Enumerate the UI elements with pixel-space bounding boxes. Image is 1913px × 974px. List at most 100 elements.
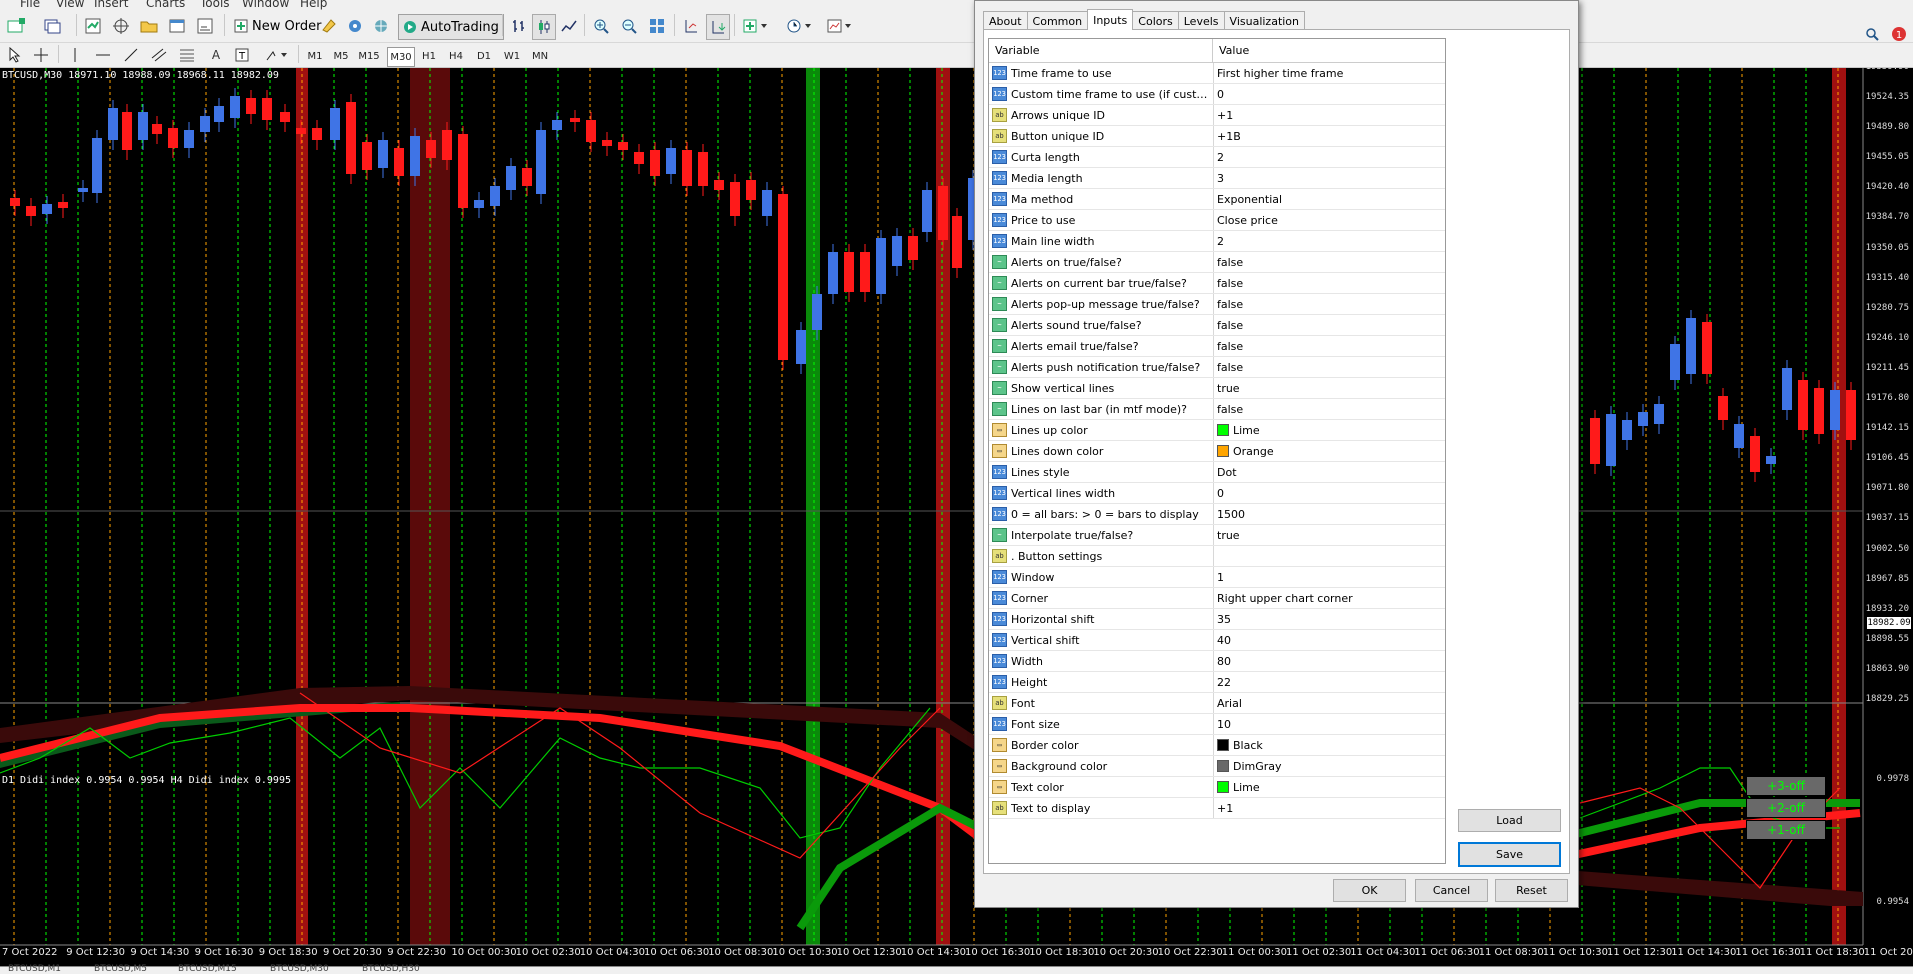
input-value-cell[interactable]: false [1214, 252, 1445, 272]
column-header-value[interactable]: Value [1213, 39, 1249, 62]
menu-tools[interactable]: Tools [200, 0, 230, 10]
timeframe-mn[interactable]: MN [529, 47, 551, 65]
strategy-tester-icon[interactable] [194, 14, 216, 38]
timeframe-m15[interactable]: M15 [356, 47, 382, 65]
indicator-toggle-button-3[interactable]: +3-off [1746, 776, 1826, 796]
input-row[interactable]: 123 Ma method Exponential [989, 189, 1445, 210]
input-value-cell[interactable]: Right upper chart corner [1214, 588, 1445, 608]
input-row[interactable]: ~ Alerts on true/false? false [989, 252, 1445, 273]
chart-shift-icon[interactable] [680, 14, 702, 38]
timeframe-h1[interactable]: H1 [418, 47, 440, 65]
text-icon[interactable]: A [206, 43, 226, 67]
arrows-dropdown-icon[interactable] [262, 43, 292, 67]
input-value-cell[interactable]: +1 [1214, 798, 1445, 818]
input-row[interactable]: ▭ Lines up color Lime [989, 420, 1445, 441]
input-row[interactable]: ab . Button settings [989, 546, 1445, 567]
input-value-cell[interactable]: Dot [1214, 462, 1445, 482]
cursor-icon[interactable] [4, 43, 26, 67]
input-value-cell[interactable]: Close price [1214, 210, 1445, 230]
input-value-cell[interactable]: First higher time frame [1214, 63, 1445, 83]
tab-inputs[interactable]: Inputs [1087, 9, 1134, 30]
input-row[interactable]: ▭ Lines down color Orange [989, 441, 1445, 462]
input-value-cell[interactable]: 80 [1214, 651, 1445, 671]
input-row[interactable]: ▭ Background color DimGray [989, 756, 1445, 777]
crosshair-navigator-icon[interactable] [110, 14, 132, 38]
input-value-cell[interactable]: false [1214, 315, 1445, 335]
input-value-cell[interactable]: 10 [1214, 714, 1445, 734]
menu-insert[interactable]: Insert [94, 0, 128, 10]
tab-levels[interactable]: Levels [1177, 11, 1225, 30]
search-icon[interactable] [1865, 27, 1879, 41]
input-value-cell[interactable]: false [1214, 357, 1445, 377]
input-row[interactable]: 123 Vertical shift 40 [989, 630, 1445, 651]
tab-visualization[interactable]: Visualization [1223, 11, 1306, 30]
input-row[interactable]: 123 Media length 3 [989, 168, 1445, 189]
input-row[interactable]: 123 Width 80 [989, 651, 1445, 672]
input-value-cell[interactable] [1214, 546, 1445, 566]
vertical-line-icon[interactable] [64, 43, 86, 67]
input-value-cell[interactable]: Black [1214, 735, 1445, 755]
input-row[interactable]: ~ Lines on last bar (in mtf mode)? false [989, 399, 1445, 420]
tab-colors[interactable]: Colors [1132, 11, 1179, 30]
input-row[interactable]: ~ Alerts on current bar true/false? false [989, 273, 1445, 294]
input-row[interactable]: 123 Height 22 [989, 672, 1445, 693]
menu-charts[interactable]: Charts [146, 0, 185, 10]
timeframe-m30[interactable]: M30 [387, 47, 415, 67]
crosshair-icon[interactable] [30, 43, 52, 67]
fibonacci-icon[interactable] [176, 43, 198, 67]
input-row[interactable]: ▭ Border color Black [989, 735, 1445, 756]
reset-button[interactable]: Reset [1495, 879, 1568, 902]
chart-canvas[interactable] [0, 68, 1913, 973]
menu-help[interactable]: Help [300, 0, 327, 10]
input-row[interactable]: ~ Alerts push notification true/false? fal… [989, 357, 1445, 378]
column-header-variable[interactable]: Variable [989, 39, 1213, 62]
indicators-icon[interactable] [740, 14, 772, 38]
autoscroll-icon[interactable] [706, 14, 730, 40]
menu-file[interactable]: File [20, 0, 40, 10]
input-value-cell[interactable]: 1500 [1214, 504, 1445, 524]
input-value-cell[interactable]: DimGray [1214, 756, 1445, 776]
save-button[interactable]: Save [1458, 842, 1561, 867]
signals-icon[interactable] [344, 14, 366, 38]
input-row[interactable]: 123 Lines style Dot [989, 462, 1445, 483]
input-value-cell[interactable]: true [1214, 378, 1445, 398]
input-row[interactable]: 123 Corner Right upper chart corner [989, 588, 1445, 609]
menu-view[interactable]: View [56, 0, 84, 10]
input-row[interactable]: 123 Price to use Close price [989, 210, 1445, 231]
timeframe-d1[interactable]: D1 [473, 47, 495, 65]
bar-chart-icon[interactable] [508, 14, 530, 38]
tile-windows-icon[interactable] [646, 14, 668, 38]
input-value-cell[interactable]: 1 [1214, 567, 1445, 587]
input-row[interactable]: 123 Window 1 [989, 567, 1445, 588]
metaeditor-icon[interactable] [318, 14, 340, 38]
text-label-icon[interactable]: T [232, 43, 252, 67]
price-chart[interactable]: BTCUSD,M30 18971.10 18988.09 18968.11 18… [0, 68, 1913, 973]
input-row[interactable]: ~ Interpolate true/false? true [989, 525, 1445, 546]
candlestick-chart-icon[interactable] [532, 14, 556, 40]
templates-icon[interactable] [824, 14, 856, 38]
input-row[interactable]: 123 Vertical lines width 0 [989, 483, 1445, 504]
timeframe-m1[interactable]: M1 [304, 47, 326, 65]
input-row[interactable]: 123 Curta length 2 [989, 147, 1445, 168]
input-value-cell[interactable]: 3 [1214, 168, 1445, 188]
input-value-cell[interactable]: Orange [1214, 441, 1445, 461]
autotrading-button[interactable]: AutoTrading [398, 14, 504, 40]
market-watch-icon[interactable] [82, 14, 104, 38]
input-value-cell[interactable]: 35 [1214, 609, 1445, 629]
input-row[interactable]: 123 Time frame to use First higher time fr… [989, 63, 1445, 84]
profiles-icon[interactable] [40, 14, 66, 38]
timeframe-h4[interactable]: H4 [445, 47, 467, 65]
folder-icon[interactable] [138, 14, 160, 38]
zoom-out-icon[interactable] [618, 14, 640, 38]
community-icon[interactable] [370, 14, 392, 38]
new-order-button[interactable]: New Order [230, 14, 325, 38]
trendline-icon[interactable] [120, 43, 142, 67]
channel-icon[interactable] [148, 43, 170, 67]
input-value-cell[interactable]: 2 [1214, 147, 1445, 167]
input-value-cell[interactable]: false [1214, 399, 1445, 419]
input-value-cell[interactable]: true [1214, 525, 1445, 545]
input-row[interactable]: 123 Font size 10 [989, 714, 1445, 735]
input-row[interactable]: 123 Horizontal shift 35 [989, 609, 1445, 630]
input-value-cell[interactable]: 0 [1214, 483, 1445, 503]
input-value-cell[interactable]: +1 [1214, 105, 1445, 125]
